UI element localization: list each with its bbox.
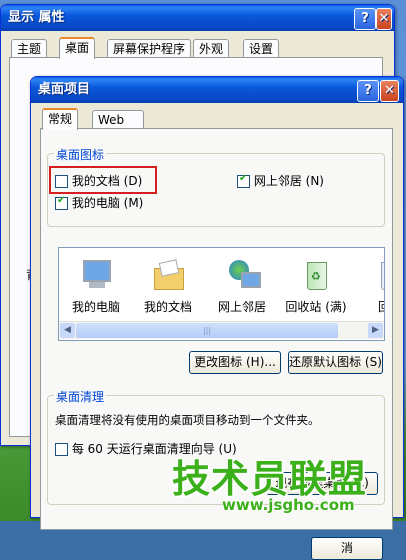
my-computer-checkbox[interactable]	[55, 195, 68, 210]
tab-screensaver[interactable]: 屏幕保护程序	[107, 39, 192, 58]
dialog-help-button[interactable]: ?	[357, 80, 379, 102]
network-places-checkbox[interactable]	[237, 173, 250, 188]
dialog-close-button[interactable]: ✕	[380, 80, 399, 102]
display-properties-titlebar: 显示 属性 ? ✕	[1, 5, 394, 31]
my-computer-label: 我的电脑 (M)	[71, 196, 144, 210]
network-places-label: 网上邻居 (N)	[253, 174, 324, 188]
cleanup-wizard-checkbox[interactable]	[55, 443, 68, 456]
icon-label: 回收站 (满)	[285, 300, 347, 314]
scroll-thumb[interactable]: |||	[76, 323, 338, 338]
restore-default-button[interactable]: 还原默认图标 (S)	[288, 351, 383, 374]
tab-web[interactable]: Web	[92, 110, 144, 129]
change-icon-button[interactable]: 更改图标 (H)...	[189, 351, 281, 374]
tab-general[interactable]: 常规	[42, 108, 79, 130]
icon-label: 网上邻居	[217, 300, 266, 314]
icon-preview-list[interactable]: 我的电脑 我的文档 网上邻居 ♻ 回收站 (满) ◀ ||| ▶	[58, 247, 385, 341]
icon-item-recycle-bin[interactable]: ♻ 回收站 (满)	[281, 258, 351, 315]
desktop-items-titlebar: 桌面项目 ? ✕	[31, 77, 403, 103]
window-title: 显示 属性	[8, 10, 65, 25]
icon-label: 我的文档	[143, 300, 192, 314]
close-button[interactable]: ✕	[376, 8, 392, 30]
icon-item-my-computer[interactable]: 我的电脑	[61, 258, 131, 315]
scroll-left-arrow[interactable]: ◀	[60, 323, 75, 338]
cleanup-description: 桌面清理将没有使用的桌面项目移动到一个文件夹。	[55, 413, 320, 427]
watermark-url: www.jsgho.com	[222, 496, 355, 514]
desktop-icons-group: 桌面图标 我的文档 (D) 网上邻居 (N) 我的电脑 (M)	[47, 146, 385, 227]
icon-item-my-documents[interactable]: 我的文档	[133, 258, 203, 315]
my-documents-icon	[151, 258, 185, 292]
my-computer-icon	[79, 258, 113, 292]
tab-theme[interactable]: 主题	[11, 39, 48, 58]
horizontal-scrollbar[interactable]: ◀ ||| ▶	[59, 321, 384, 339]
recycle-bin-empty-icon	[373, 258, 384, 292]
recycle-bin-icon: ♻	[299, 258, 333, 292]
scroll-right-arrow[interactable]: ▶	[368, 323, 383, 338]
icon-label: 回收	[378, 300, 384, 314]
watermark-title: 技术员联盟	[172, 457, 368, 501]
icon-item-recycle-bin-empty[interactable]: 回收	[355, 258, 384, 315]
watermark: 技术员联盟 www.jsgho.com	[172, 448, 372, 518]
desktop-cleanup-legend: 桌面清理	[54, 388, 107, 405]
tab-settings[interactable]: 设置	[243, 39, 280, 58]
my-documents-highlight	[49, 166, 157, 194]
icon-label: 我的电脑	[71, 300, 120, 314]
dialog-title: 桌面项目	[38, 82, 91, 97]
network-places-icon	[225, 258, 261, 292]
desktop-icons-legend: 桌面图标	[54, 146, 107, 163]
icon-item-network-places[interactable]: 网上邻居	[207, 258, 277, 315]
my-computer-option[interactable]: 我的电脑 (M)	[55, 194, 143, 211]
help-button[interactable]: ?	[354, 8, 376, 30]
network-places-option[interactable]: 网上邻居 (N)	[237, 172, 324, 189]
dialog-bottom-button[interactable]: 消	[311, 537, 383, 560]
tab-desktop[interactable]: 桌面	[59, 37, 96, 59]
tab-appearance[interactable]: 外观	[193, 39, 230, 58]
